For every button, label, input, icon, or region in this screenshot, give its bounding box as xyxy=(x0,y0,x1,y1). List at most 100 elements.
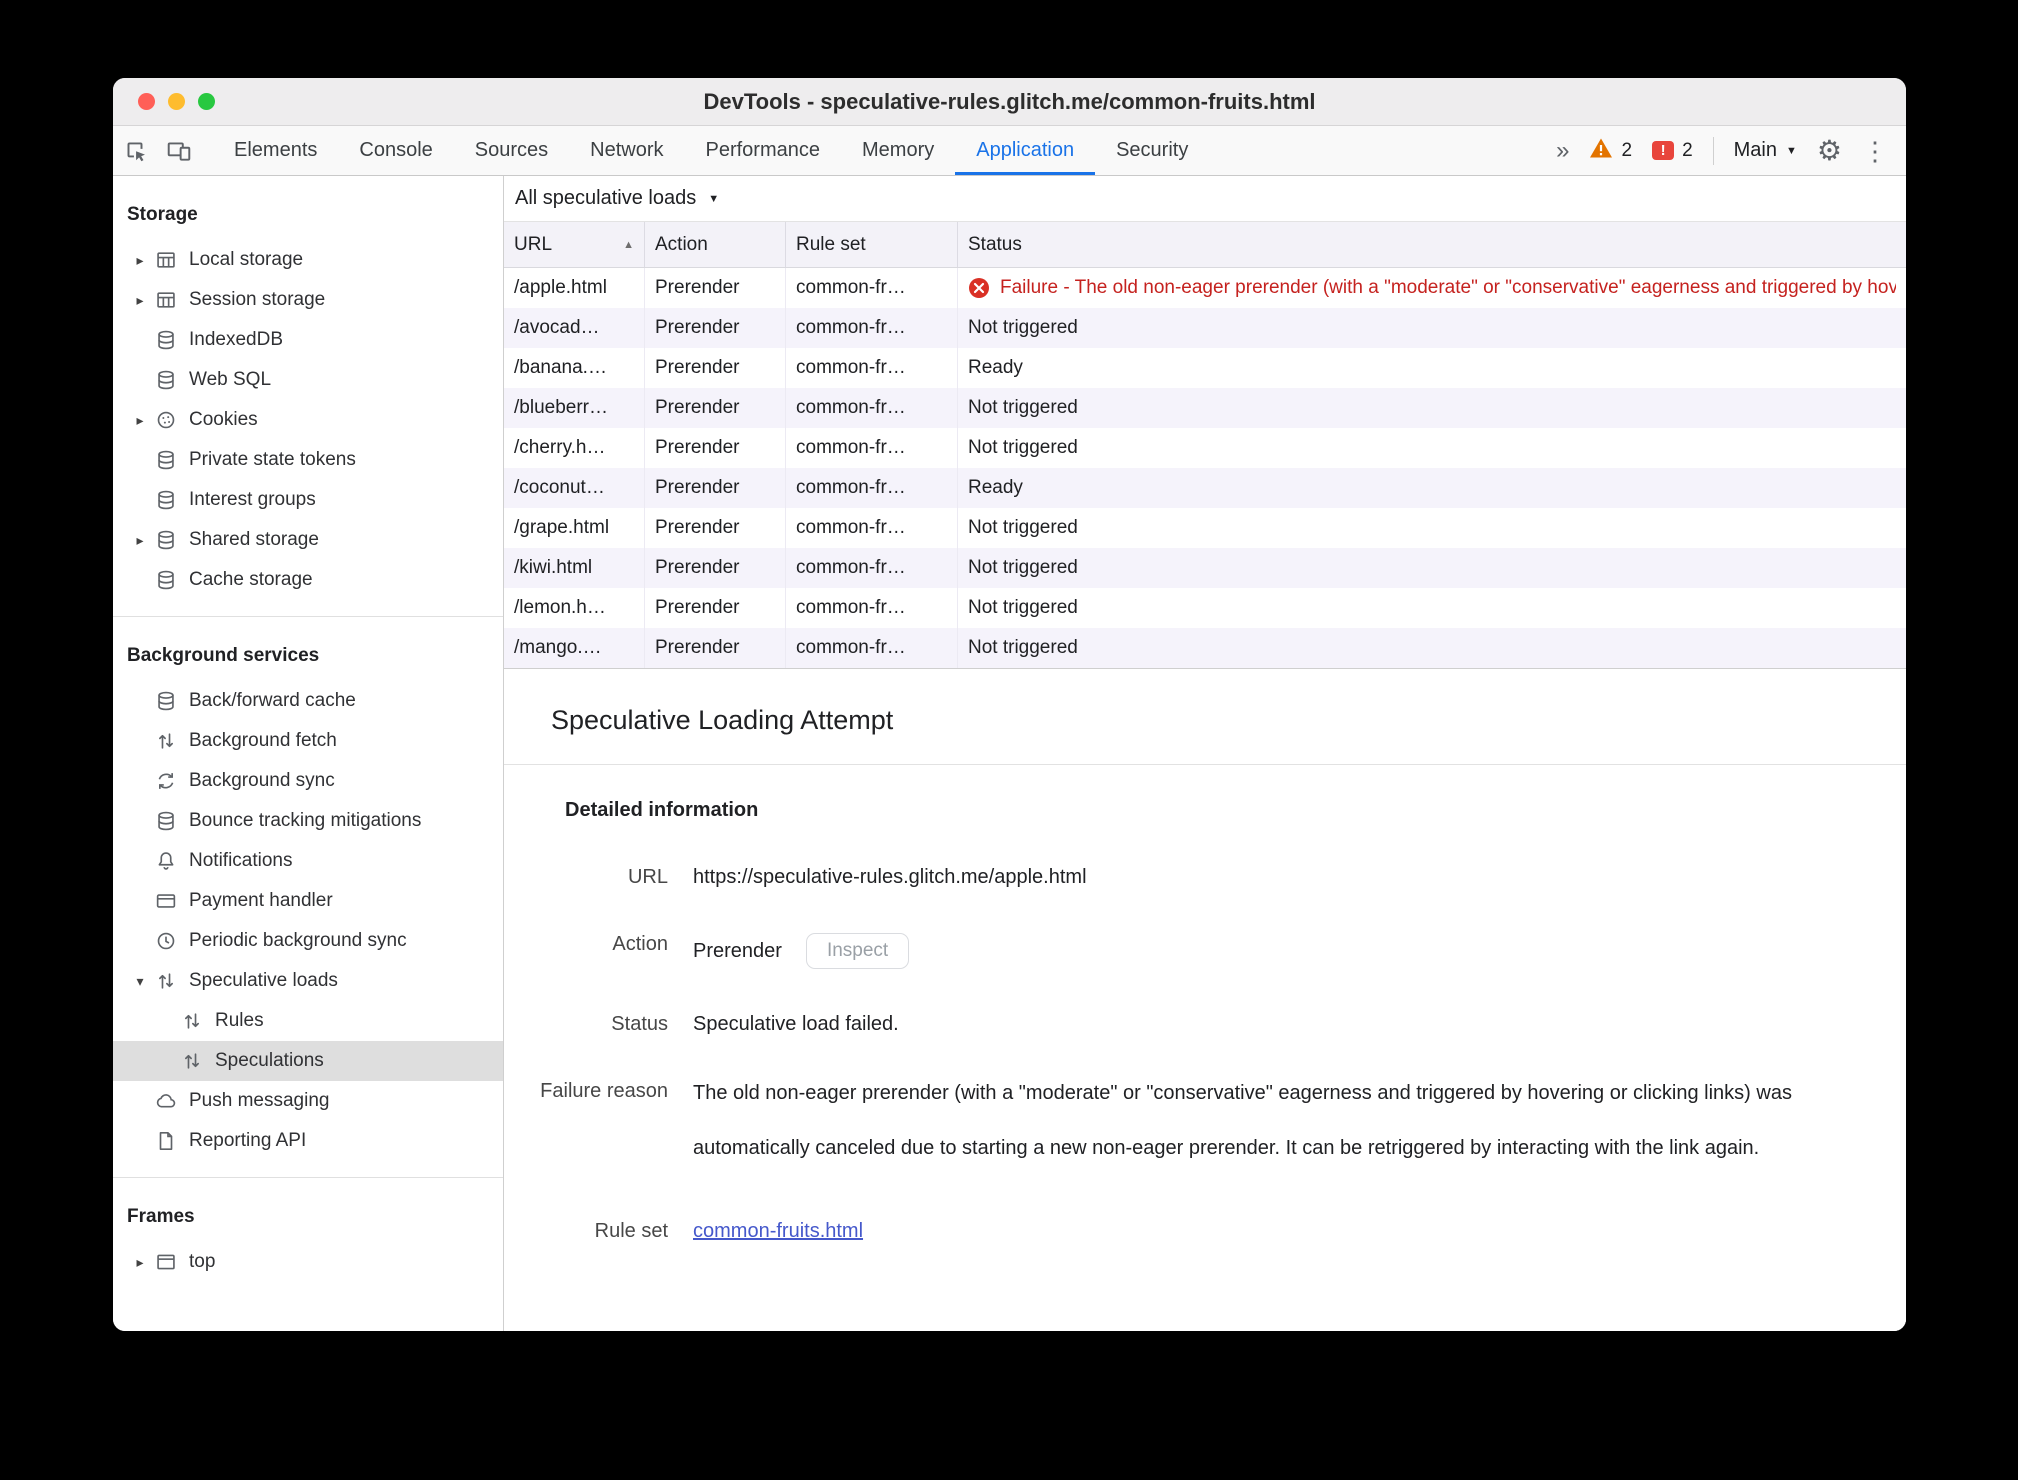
table-row[interactable]: /lemon.h… Prerender common-fr… Not trigg… xyxy=(504,588,1906,628)
tab-elements[interactable]: Elements xyxy=(213,126,338,175)
database-icon xyxy=(153,487,179,513)
sync-icon xyxy=(153,768,179,794)
rule-set-cell: common-fr… xyxy=(786,588,958,628)
close-window-button[interactable] xyxy=(138,93,155,110)
tab-network[interactable]: Network xyxy=(569,126,684,175)
sidebar-item-back-forward-cache[interactable]: Back/forward cache xyxy=(113,681,503,721)
expand-arrow-icon[interactable]: ▸ xyxy=(127,532,153,549)
table-row[interactable]: /kiwi.html Prerender common-fr… Not trig… xyxy=(504,548,1906,588)
sidebar-item-notifications[interactable]: Notifications xyxy=(113,841,503,881)
settings-gear-icon[interactable]: ⚙ xyxy=(1817,136,1842,165)
tab-application[interactable]: Application xyxy=(955,126,1096,175)
sidebar-item-background-sync[interactable]: Background sync xyxy=(113,761,503,801)
url-cell: /cherry.h… xyxy=(504,428,645,468)
sidebar-item-top-frame[interactable]: ▸ top xyxy=(113,1242,503,1282)
sidebar-item-web-sql[interactable]: Web SQL xyxy=(113,360,503,400)
sidebar-item-payment-handler[interactable]: Payment handler xyxy=(113,881,503,921)
table-row[interactable]: /mango.… Prerender common-fr… Not trigge… xyxy=(504,628,1906,668)
database-icon xyxy=(153,447,179,473)
status-cell: Not triggered xyxy=(968,637,1078,658)
url-label: URL xyxy=(627,866,668,888)
minimize-window-button[interactable] xyxy=(168,93,185,110)
inspect-button[interactable]: Inspect xyxy=(805,933,910,969)
frame-icon xyxy=(153,1249,179,1275)
table-row[interactable]: /avocad… Prerender common-fr… Not trigge… xyxy=(504,308,1906,348)
table-row[interactable]: /grape.html Prerender common-fr… Not tri… xyxy=(504,508,1906,548)
sidebar-item-push-messaging[interactable]: Push messaging xyxy=(113,1081,503,1121)
expand-arrow-icon[interactable]: ▸ xyxy=(127,412,153,429)
expand-arrow-icon[interactable]: ▸ xyxy=(127,292,153,309)
sidebar-item-label: top xyxy=(189,1251,216,1272)
detail-row-action: Action Prerender Inspect xyxy=(518,933,1866,969)
detail-row-url: URL https://speculative-rules.glitch.me/… xyxy=(518,866,1866,889)
sidebar-item-local-storage[interactable]: ▸ Local storage xyxy=(113,240,503,280)
sidebar-item-periodic-background-sync[interactable]: Periodic background sync xyxy=(113,921,503,961)
database-icon xyxy=(153,327,179,353)
rule-set-cell: common-fr… xyxy=(786,388,958,428)
speculative-loads-filter[interactable]: All speculative loads ▼ xyxy=(504,176,1906,222)
more-options-icon[interactable]: ⋮ xyxy=(1862,138,1888,164)
rule-set-cell: common-fr… xyxy=(786,468,958,508)
tab-memory[interactable]: Memory xyxy=(841,126,955,175)
action-label: Action xyxy=(612,933,668,955)
frames-section: Frames ▸ top xyxy=(113,1177,503,1282)
url-cell: /apple.html xyxy=(504,268,645,308)
issues-badge[interactable]: ! 2 xyxy=(1652,140,1693,162)
devtools-toolbar: Elements Console Sources Network Perform… xyxy=(113,126,1906,176)
sidebar-item-private-state-tokens[interactable]: Private state tokens xyxy=(113,440,503,480)
expand-arrow-icon[interactable]: ▸ xyxy=(127,1254,153,1271)
section-title-background-services: Background services xyxy=(127,645,320,666)
sidebar-item-cache-storage[interactable]: Cache storage xyxy=(113,560,503,600)
status-cell: Not triggered xyxy=(968,397,1078,418)
window-title: DevTools - speculative-rules.glitch.me/c… xyxy=(703,88,1316,114)
column-header-action[interactable]: Action xyxy=(645,222,786,267)
status-cell: Ready xyxy=(968,357,1023,378)
sidebar-item-label: Background fetch xyxy=(189,730,337,751)
rule-set-link[interactable]: common-fruits.html xyxy=(693,1220,863,1242)
sidebar-item-reporting-api[interactable]: Reporting API xyxy=(113,1121,503,1161)
inspect-element-icon[interactable] xyxy=(113,126,157,175)
rule-set-cell: common-fr… xyxy=(786,348,958,388)
expand-arrow-icon[interactable]: ▸ xyxy=(127,252,153,269)
sidebar-item-background-fetch[interactable]: Background fetch xyxy=(113,721,503,761)
desktop: { "window": { "title": "DevTools - specu… xyxy=(0,0,2018,1480)
table-row[interactable]: /coconut… Prerender common-fr… Ready xyxy=(504,468,1906,508)
tab-security[interactable]: Security xyxy=(1095,126,1209,175)
tab-console[interactable]: Console xyxy=(338,126,453,175)
sidebar-item-label: Session storage xyxy=(189,289,326,310)
sidebar-item-interest-groups[interactable]: Interest groups xyxy=(113,480,503,520)
window-titlebar[interactable]: DevTools - speculative-rules.glitch.me/c… xyxy=(113,78,1906,126)
column-header-rule-set[interactable]: Rule set xyxy=(786,222,958,267)
collapse-arrow-icon[interactable]: ▾ xyxy=(127,973,153,990)
up-down-arrows-icon xyxy=(179,1008,205,1034)
action-cell: Prerender xyxy=(645,348,786,388)
context-selector[interactable]: Main ▼ xyxy=(1734,139,1797,162)
action-cell: Prerender xyxy=(645,628,786,668)
sidebar-item-bounce-tracking-mitigations[interactable]: Bounce tracking mitigations xyxy=(113,801,503,841)
table-row[interactable]: /cherry.h… Prerender common-fr… Not trig… xyxy=(504,428,1906,468)
warnings-badge[interactable]: 2 xyxy=(1589,137,1632,165)
column-header-url[interactable]: URL ▲ xyxy=(504,222,645,267)
tab-sources[interactable]: Sources xyxy=(454,126,569,175)
device-toolbar-icon[interactable] xyxy=(157,126,201,175)
zoom-window-button[interactable] xyxy=(198,93,215,110)
tab-performance[interactable]: Performance xyxy=(685,126,842,175)
sidebar-item-session-storage[interactable]: ▸ Session storage xyxy=(113,280,503,320)
column-header-status[interactable]: Status xyxy=(958,222,1906,267)
toolbar-divider xyxy=(1712,136,1714,165)
database-icon xyxy=(153,567,179,593)
sidebar-item-speculations[interactable]: Speculations xyxy=(113,1041,503,1081)
devtools-window: DevTools - speculative-rules.glitch.me/c… xyxy=(113,78,1906,1331)
table-row[interactable]: /apple.html Prerender common-fr… Failure… xyxy=(504,268,1906,308)
sidebar-item-speculative-loads[interactable]: ▾ Speculative loads xyxy=(113,961,503,1001)
more-tabs-button[interactable]: » xyxy=(1556,137,1569,165)
table-row[interactable]: /banana.… Prerender common-fr… Ready xyxy=(504,348,1906,388)
sidebar-item-indexeddb[interactable]: IndexedDB xyxy=(113,320,503,360)
sidebar-item-shared-storage[interactable]: ▸ Shared storage xyxy=(113,520,503,560)
sidebar-item-rules[interactable]: Rules xyxy=(113,1001,503,1041)
column-label: Action xyxy=(655,233,708,255)
sidebar-item-label: Interest groups xyxy=(189,489,316,510)
sidebar-item-label: Shared storage xyxy=(189,529,319,550)
table-row[interactable]: /blueberr… Prerender common-fr… Not trig… xyxy=(504,388,1906,428)
sidebar-item-cookies[interactable]: ▸ Cookies xyxy=(113,400,503,440)
